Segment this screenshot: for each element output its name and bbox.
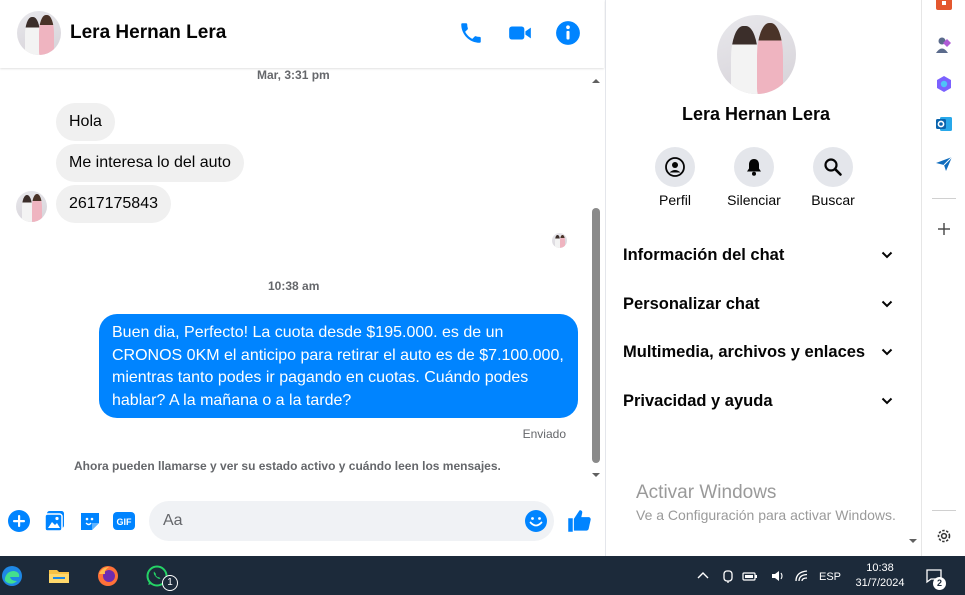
edge-browser-icon[interactable] (0, 564, 24, 588)
gear-icon[interactable] (934, 526, 954, 546)
outgoing-message[interactable]: Buen dia, Perfecto! La cuota desde $195.… (99, 314, 578, 418)
chevron-down-icon (881, 300, 893, 308)
photo-gallery-icon[interactable] (43, 509, 67, 533)
section-label: Multimedia, archivos y enlaces (623, 343, 866, 361)
section-label: Información del chat (623, 246, 785, 264)
browser-sidebar (921, 0, 965, 556)
profile-avatar[interactable] (717, 15, 796, 94)
delivery-status: Enviado (522, 427, 566, 441)
sidebar-divider (932, 198, 956, 199)
thumbs-up-icon[interactable] (566, 507, 593, 534)
chevron-up-icon[interactable] (695, 568, 711, 584)
sticker-icon[interactable] (78, 509, 102, 533)
activation-watermark-title: Activar Windows (636, 482, 777, 503)
battery-icon[interactable] (742, 568, 758, 584)
timestamp: Mar, 3:31 pm (257, 68, 330, 82)
message-scrollbar[interactable] (590, 72, 602, 482)
search-button[interactable] (813, 147, 853, 187)
scroll-down-arrow-icon[interactable] (591, 470, 601, 480)
games-icon[interactable] (934, 35, 954, 55)
chevron-down-icon (881, 348, 893, 356)
message-list[interactable]: Mar, 3:31 pm Hola Me interesa lo del aut… (0, 68, 590, 488)
chevron-down-icon (881, 251, 893, 259)
profile-label: Perfil (659, 192, 691, 208)
video-call-icon[interactable] (507, 20, 533, 46)
chat-header: Lera Hernan Lera (0, 0, 604, 68)
bell-icon (747, 159, 761, 176)
emoji-icon[interactable] (524, 509, 548, 533)
search-label: Buscar (811, 192, 855, 208)
info-icon[interactable] (555, 20, 581, 46)
scroll-thumb[interactable] (592, 208, 600, 463)
plus-circle-icon[interactable] (7, 509, 31, 533)
whatsapp-badge: 1 (162, 575, 178, 591)
contact-avatar[interactable] (17, 11, 61, 55)
profile-icon (665, 157, 685, 177)
outlook-icon[interactable] (934, 114, 954, 134)
contact-name[interactable]: Lera Hernan Lera (70, 22, 226, 44)
section-label: Personalizar chat (623, 295, 760, 313)
clock-time: 10:38 (866, 562, 894, 574)
shopping-bag-icon[interactable] (934, 0, 954, 14)
message-input[interactable] (149, 501, 554, 541)
phone-icon[interactable] (458, 20, 484, 46)
profile-name: Lera Hernan Lera (681, 104, 831, 124)
section-privacy-help[interactable]: Privacidad y ayuda (623, 386, 893, 416)
scroll-down-arrow-icon[interactable] (908, 536, 918, 546)
windows-taskbar: 1 ESP 10:38 31/7/2024 2 (0, 556, 965, 595)
sidebar-divider (932, 510, 956, 511)
clock-date: 31/7/2024 (855, 577, 905, 589)
incoming-message[interactable]: Hola (56, 103, 115, 141)
notification-badge: 2 (933, 577, 946, 590)
chat-panel: Lera Hernan Lera Mar, 3:31 pm Hola Me in… (0, 0, 604, 556)
scroll-up-arrow-icon[interactable] (591, 76, 601, 86)
search-icon (824, 158, 842, 176)
profile-button[interactable] (655, 147, 695, 187)
activation-watermark-subtitle: Ve a Configuración para activar Windows. (636, 507, 896, 523)
chevron-down-icon (881, 397, 893, 405)
send-icon[interactable] (934, 154, 954, 174)
gif-icon[interactable]: GIF (112, 509, 136, 533)
wifi-icon[interactable] (794, 568, 810, 584)
section-label: Privacidad y ayuda (623, 392, 773, 410)
input-language[interactable]: ESP (819, 571, 841, 583)
mute-label: Silenciar (727, 192, 781, 208)
firefox-icon[interactable] (96, 564, 120, 588)
mute-button[interactable] (734, 147, 774, 187)
add-icon[interactable] (934, 219, 954, 239)
clock[interactable]: 10:38 31/7/2024 (850, 561, 910, 591)
incoming-message[interactable]: Me interesa lo del auto (56, 144, 244, 182)
timestamp: 10:38 am (268, 279, 320, 293)
section-media-files-links[interactable]: Multimedia, archivos y enlaces (623, 337, 893, 367)
file-explorer-icon[interactable] (47, 564, 71, 588)
section-customize-chat[interactable]: Personalizar chat (623, 289, 893, 319)
incoming-message[interactable]: 2617175843 (56, 185, 171, 223)
chat-info-panel: Lera Hernan Lera Perfil Silenciar Buscar… (605, 0, 921, 556)
copilot-icon[interactable] (934, 74, 954, 94)
sender-avatar[interactable] (16, 191, 47, 222)
volume-icon[interactable] (770, 568, 786, 584)
system-notice: Ahora pueden llamarse y ver su estado ac… (74, 459, 501, 473)
seen-receipt-avatar (552, 233, 567, 248)
meet-now-icon[interactable] (720, 568, 736, 584)
gif-label: GIF (117, 517, 133, 527)
section-chat-info[interactable]: Información del chat (623, 240, 893, 270)
composer: GIF (0, 496, 604, 550)
